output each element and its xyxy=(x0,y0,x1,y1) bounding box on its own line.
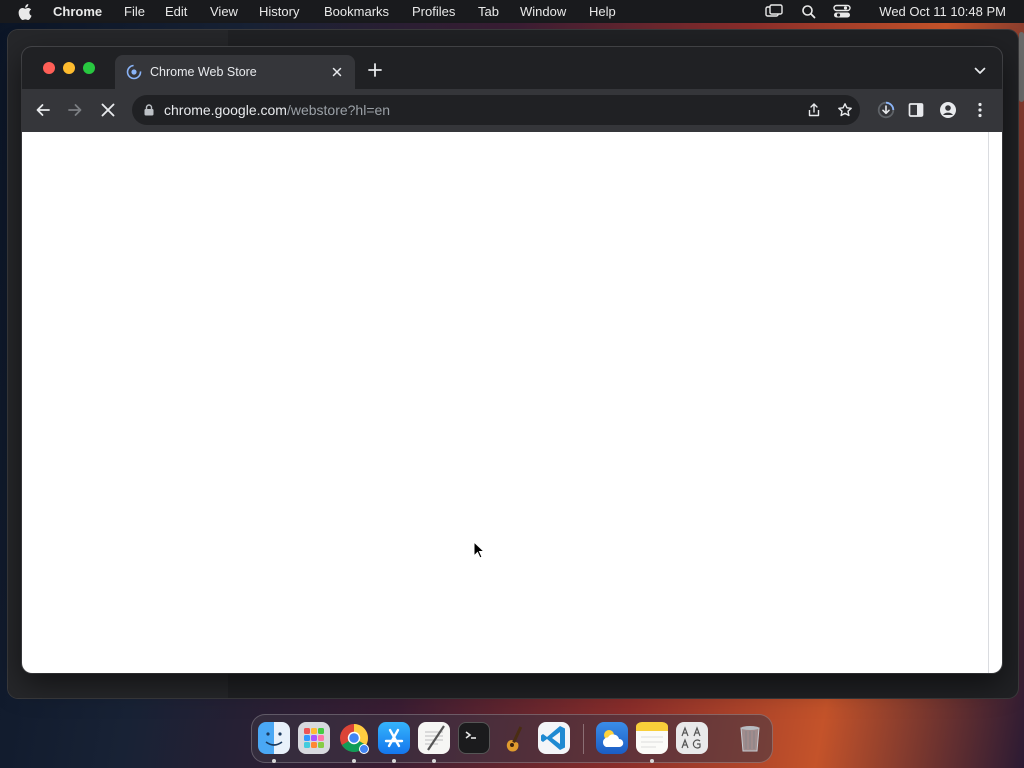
garageband-icon[interactable] xyxy=(498,722,530,754)
url-path: /webstore?hl=en xyxy=(286,102,391,118)
weather-icon[interactable] xyxy=(596,722,628,754)
dock-running-indicator xyxy=(352,759,356,763)
control-center-icon[interactable] xyxy=(833,4,851,19)
menu-app-name[interactable]: Chrome xyxy=(53,4,102,19)
menu-view[interactable]: View xyxy=(210,4,238,19)
chrome-window: Chrome Web Store chrome.google.com/webst… xyxy=(22,47,1002,673)
dock xyxy=(251,714,773,763)
profile-icon[interactable] xyxy=(939,101,957,119)
menu-clock[interactable]: Wed Oct 11 10:48 PM xyxy=(879,4,1006,19)
side-panel-icon[interactable] xyxy=(907,101,925,119)
chevron-down-icon[interactable] xyxy=(974,66,986,76)
dock-running-indicator xyxy=(272,759,276,763)
screen-mirroring-icon[interactable] xyxy=(765,4,783,19)
dock-running-indicator xyxy=(650,759,654,763)
downloads-icon[interactable] xyxy=(877,101,895,119)
notes-icon[interactable] xyxy=(636,722,668,754)
launchpad-icon[interactable] xyxy=(298,722,330,754)
share-icon[interactable] xyxy=(806,102,822,118)
back-icon[interactable] xyxy=(34,101,52,119)
page-content[interactable] xyxy=(22,132,1002,673)
browser-toolbar: chrome.google.com/webstore?hl=en xyxy=(22,89,1002,132)
url-text: chrome.google.com/webstore?hl=en xyxy=(164,102,390,118)
stop-loading-icon[interactable] xyxy=(99,101,117,119)
chrome-icon[interactable] xyxy=(338,722,370,754)
finder-icon[interactable] xyxy=(258,722,290,754)
mouse-cursor-icon xyxy=(473,541,485,559)
textedit-icon[interactable] xyxy=(418,722,450,754)
apple-menu-icon[interactable] xyxy=(18,4,32,20)
maximize-window-button[interactable] xyxy=(83,62,95,74)
url-host: chrome.google.com xyxy=(164,102,287,118)
tab-title: Chrome Web Store xyxy=(150,65,257,79)
content-scrollbar-edge xyxy=(988,132,989,673)
menu-tab[interactable]: Tab xyxy=(478,4,499,19)
menu-bookmarks[interactable]: Bookmarks xyxy=(324,4,389,19)
dock-separator xyxy=(583,724,584,754)
spotlight-search-icon[interactable] xyxy=(800,4,818,19)
minimize-window-button[interactable] xyxy=(63,62,75,74)
app-store-icon[interactable] xyxy=(378,722,410,754)
menu-window[interactable]: Window xyxy=(520,4,566,19)
lock-icon[interactable] xyxy=(144,104,154,116)
tab-close-icon[interactable] xyxy=(331,66,343,78)
menu-profiles[interactable]: Profiles xyxy=(412,4,455,19)
new-tab-icon[interactable] xyxy=(368,63,382,77)
menu-help[interactable]: Help xyxy=(589,4,616,19)
background-scrollbar[interactable] xyxy=(1019,32,1024,102)
font-book-icon[interactable] xyxy=(676,722,708,754)
menu-bar: Chrome File Edit View History Bookmarks … xyxy=(0,0,1024,23)
menu-kebab-icon[interactable] xyxy=(971,101,989,119)
dock-running-indicator xyxy=(432,759,436,763)
forward-icon[interactable] xyxy=(66,101,84,119)
menu-history[interactable]: History xyxy=(259,4,299,19)
menu-edit[interactable]: Edit xyxy=(165,4,187,19)
close-window-button[interactable] xyxy=(43,62,55,74)
tab-chrome-web-store[interactable]: Chrome Web Store xyxy=(115,55,355,89)
trash-icon[interactable] xyxy=(734,722,766,754)
menu-file[interactable]: File xyxy=(124,4,145,19)
chrome-web-store-icon xyxy=(126,64,142,80)
address-bar[interactable]: chrome.google.com/webstore?hl=en xyxy=(132,95,860,125)
terminal-icon[interactable] xyxy=(458,722,490,754)
dock-running-indicator xyxy=(392,759,396,763)
vscode-icon[interactable] xyxy=(538,722,570,754)
bookmark-star-icon[interactable] xyxy=(837,102,853,118)
